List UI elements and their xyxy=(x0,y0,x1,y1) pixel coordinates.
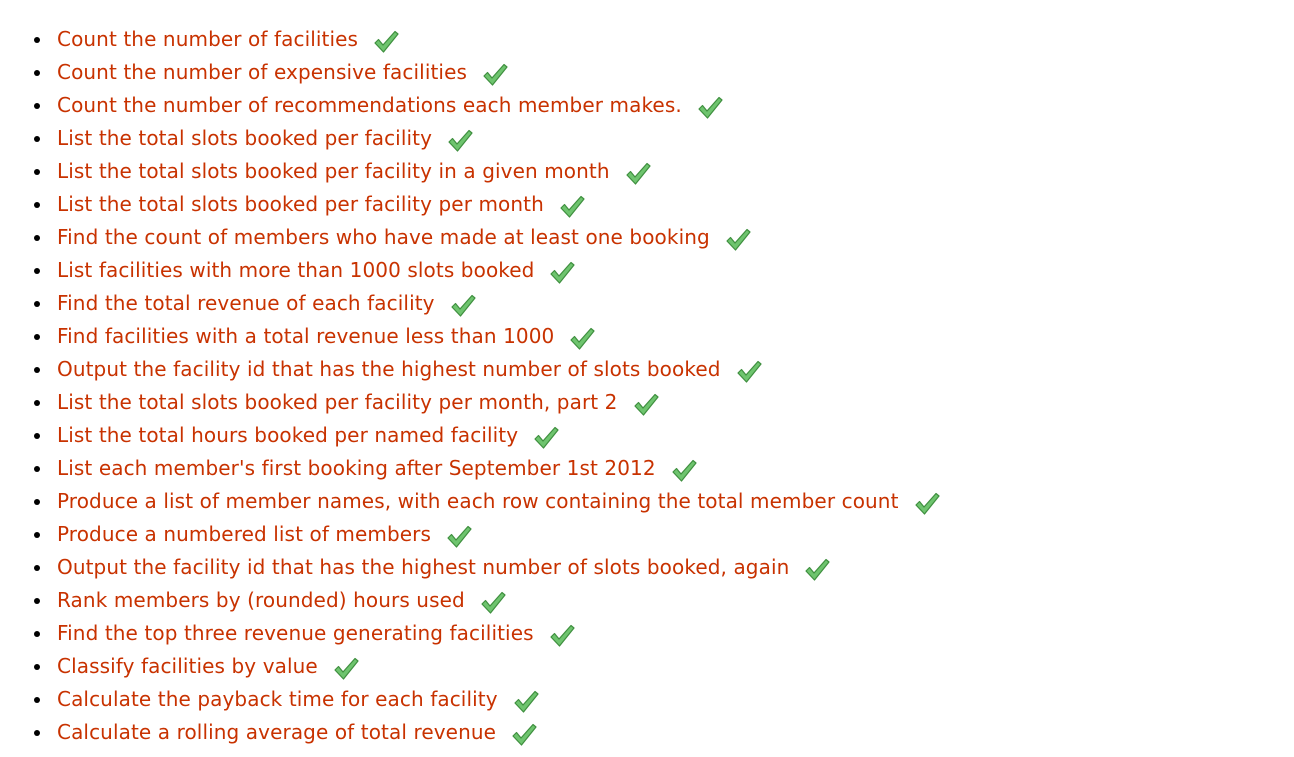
bullet-icon xyxy=(34,433,40,439)
list-item: Output the facility id that has the high… xyxy=(0,353,941,386)
check-icon xyxy=(445,523,473,551)
exercise-link[interactable]: Count the number of expensive facilities xyxy=(57,56,467,89)
exercise-link[interactable]: Rank members by (rounded) hours used xyxy=(57,584,465,617)
exercise-link[interactable]: Find the count of members who have made … xyxy=(57,221,710,254)
list-item: List the total slots booked per facility… xyxy=(0,188,941,221)
check-icon xyxy=(548,259,576,287)
bullet-icon xyxy=(34,532,40,538)
list-item: Count the number of facilities xyxy=(0,23,941,56)
check-icon xyxy=(735,358,763,386)
bullet-icon xyxy=(34,334,40,340)
list-item: Rank members by (rounded) hours used xyxy=(0,584,941,617)
check-icon xyxy=(558,193,586,221)
list-item: List facilities with more than 1000 slot… xyxy=(0,254,941,287)
exercise-link[interactable]: List each member's first booking after S… xyxy=(57,452,656,485)
list-item: List each member's first booking after S… xyxy=(0,452,941,485)
list-item: Calculate a rolling average of total rev… xyxy=(0,716,941,749)
bullet-icon xyxy=(34,367,40,373)
bullet-icon xyxy=(34,664,40,670)
bullet-icon xyxy=(34,235,40,241)
check-icon xyxy=(913,490,941,518)
bullet-icon xyxy=(34,730,40,736)
check-icon xyxy=(803,556,831,584)
list-item: Calculate the payback time for each faci… xyxy=(0,683,941,716)
bullet-icon xyxy=(34,631,40,637)
exercise-link[interactable]: List the total slots booked per facility… xyxy=(57,188,544,221)
check-icon xyxy=(372,28,400,56)
list-item: Count the number of recommendations each… xyxy=(0,89,941,122)
list-item: Classify facilities by value xyxy=(0,650,941,683)
bullet-icon xyxy=(34,565,40,571)
exercise-link[interactable]: Find the top three revenue generating fa… xyxy=(57,617,534,650)
exercise-link[interactable]: List the total hours booked per named fa… xyxy=(57,419,518,452)
exercise-link[interactable]: Calculate a rolling average of total rev… xyxy=(57,716,496,749)
bullet-icon xyxy=(34,598,40,604)
check-icon xyxy=(624,160,652,188)
list-item: Output the facility id that has the high… xyxy=(0,551,941,584)
check-icon xyxy=(724,226,752,254)
list-item: List the total slots booked per facility… xyxy=(0,155,941,188)
bullet-icon xyxy=(34,169,40,175)
list-item: Count the number of expensive facilities xyxy=(0,56,941,89)
check-icon xyxy=(479,589,507,617)
exercise-link[interactable]: List the total slots booked per facility… xyxy=(57,386,618,419)
list-item: Produce a numbered list of members xyxy=(0,518,941,551)
check-icon xyxy=(481,61,509,89)
check-icon xyxy=(632,391,660,419)
bullet-icon xyxy=(34,697,40,703)
check-icon xyxy=(670,457,698,485)
check-icon xyxy=(449,292,477,320)
exercise-link[interactable]: List facilities with more than 1000 slot… xyxy=(57,254,534,287)
list-item: List the total slots booked per facility xyxy=(0,122,941,155)
bullet-icon xyxy=(34,136,40,142)
exercise-link[interactable]: Produce a numbered list of members xyxy=(57,518,431,551)
check-icon xyxy=(548,622,576,650)
bullet-icon xyxy=(34,37,40,43)
list-item: Find the top three revenue generating fa… xyxy=(0,617,941,650)
check-icon xyxy=(332,655,360,683)
exercise-link[interactable]: Find facilities with a total revenue les… xyxy=(57,320,554,353)
list-item: Find facilities with a total revenue les… xyxy=(0,320,941,353)
exercise-link[interactable]: Output the facility id that has the high… xyxy=(57,353,721,386)
bullet-icon xyxy=(34,499,40,505)
bullet-icon xyxy=(34,268,40,274)
list-item: Find the total revenue of each facility xyxy=(0,287,941,320)
exercise-link[interactable]: Output the facility id that has the high… xyxy=(57,551,789,584)
exercise-link[interactable]: List the total slots booked per facility xyxy=(57,122,432,155)
exercise-link[interactable]: Count the number of recommendations each… xyxy=(57,89,682,122)
bullet-icon xyxy=(34,400,40,406)
check-icon xyxy=(446,127,474,155)
exercise-link[interactable]: Count the number of facilities xyxy=(57,23,358,56)
exercise-link[interactable]: Find the total revenue of each facility xyxy=(57,287,435,320)
exercise-link[interactable]: Produce a list of member names, with eac… xyxy=(57,485,899,518)
bullet-icon xyxy=(34,301,40,307)
check-icon xyxy=(568,325,596,353)
bullet-icon xyxy=(34,103,40,109)
check-icon xyxy=(532,424,560,452)
bullet-icon xyxy=(34,202,40,208)
check-icon xyxy=(510,721,538,749)
list-item: Find the count of members who have made … xyxy=(0,221,941,254)
exercise-list: Count the number of facilities Count the … xyxy=(0,23,941,749)
list-item: Produce a list of member names, with eac… xyxy=(0,485,941,518)
exercise-link[interactable]: Calculate the payback time for each faci… xyxy=(57,683,498,716)
check-icon xyxy=(512,688,540,716)
check-icon xyxy=(696,94,724,122)
list-item: List the total slots booked per facility… xyxy=(0,386,941,419)
bullet-icon xyxy=(34,466,40,472)
list-item: List the total hours booked per named fa… xyxy=(0,419,941,452)
exercise-link[interactable]: List the total slots booked per facility… xyxy=(57,155,610,188)
bullet-icon xyxy=(34,70,40,76)
exercise-link[interactable]: Classify facilities by value xyxy=(57,650,318,683)
